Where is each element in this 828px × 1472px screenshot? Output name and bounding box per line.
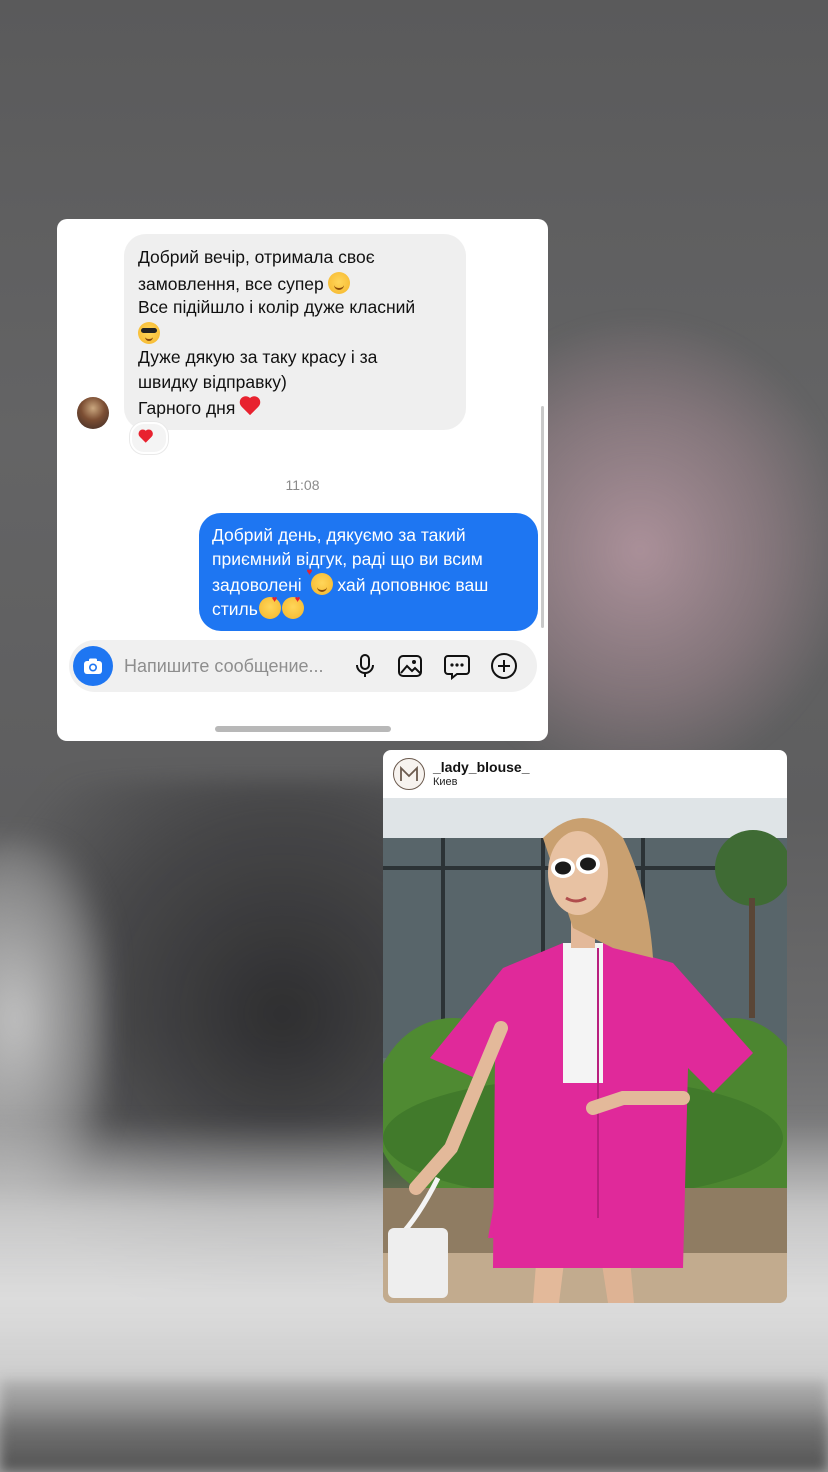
incoming-line-4: [138, 322, 160, 345]
heart-reaction-badge[interactable]: [130, 422, 168, 454]
camera-icon: [84, 658, 102, 674]
heart-reaction-icon: [138, 430, 153, 444]
outgoing-line-4: стиль: [212, 594, 304, 620]
kissing-face-emoji-icon: [281, 594, 304, 619]
camera-button[interactable]: [73, 646, 113, 686]
outgoing-line-1: Добрий день, дякуємо за такий: [212, 525, 466, 545]
chat-screenshot: Добрий вечір, отримала своє замовлення, …: [57, 219, 548, 741]
red-heart-emoji-icon: [239, 397, 261, 417]
post-username[interactable]: _lady_blouse_: [433, 759, 530, 775]
incoming-line-3: Все підійшло і колір дуже класний: [138, 297, 416, 317]
incoming-line-7: Гарного дня: [138, 397, 261, 419]
post-location[interactable]: Киев: [433, 776, 458, 788]
outgoing-line-2: приємний відгук, раді що ви всим: [212, 549, 483, 569]
outgoing-message-bubble: Добрий день, дякуємо за такий приємний в…: [199, 513, 538, 631]
message-composer: [69, 640, 537, 692]
incoming-message-bubble: Добрий вечір, отримала своє замовлення, …: [124, 234, 466, 430]
message-input[interactable]: [124, 655, 344, 677]
sender-avatar[interactable]: [77, 397, 109, 429]
chat-bubble-icon[interactable]: [443, 652, 471, 680]
post-photo[interactable]: [383, 798, 787, 1303]
incoming-line-2: замовлення, все супер: [138, 272, 350, 295]
message-timestamp: 11:08: [285, 477, 320, 493]
kissing-face-emoji-icon: [258, 594, 281, 619]
home-indicator: [215, 726, 391, 732]
incoming-line-5: Дуже дякую за таку красу і за: [138, 347, 378, 367]
plus-circle-icon[interactable]: [490, 652, 518, 680]
profile-avatar[interactable]: [393, 758, 425, 790]
fashion-photo-illustration: [383, 798, 787, 1303]
microphone-icon[interactable]: [351, 652, 379, 680]
smiling-face-with-hearts-emoji-icon: [307, 567, 333, 595]
incoming-line-1: Добрий вечір, отримала своє: [138, 247, 375, 267]
sunglasses-emoji-icon: [138, 322, 160, 344]
smiling-face-emoji-icon: [327, 272, 350, 294]
brand-logo-icon: [400, 765, 418, 781]
instagram-post-card: _lady_blouse_ Киев: [383, 750, 787, 1303]
image-icon[interactable]: [396, 652, 424, 680]
chat-scrollbar[interactable]: [541, 406, 544, 628]
outgoing-line-3: задоволені хай доповнює ваш: [212, 567, 488, 596]
incoming-line-6: швидку відправку): [138, 372, 287, 392]
